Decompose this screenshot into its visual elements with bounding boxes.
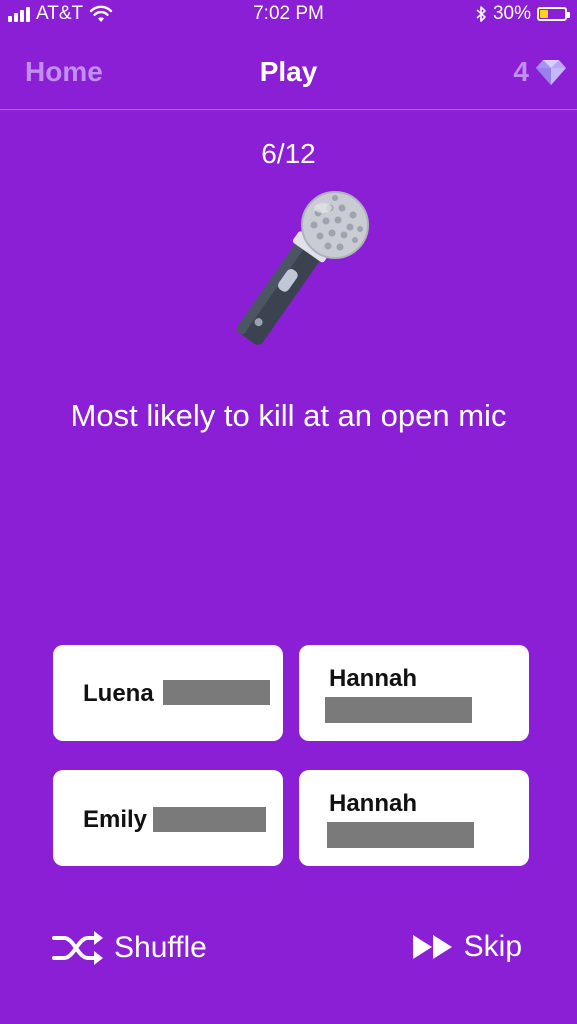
answer-card[interactable]: Hannah <box>299 645 529 741</box>
answer-card[interactable]: Emily <box>53 770 283 866</box>
gem-count: 4 <box>513 56 529 87</box>
status-bar: AT&T 7:02 PM 30% <box>0 0 577 30</box>
answer-name: Luena <box>83 680 154 707</box>
redacted-text <box>325 697 472 723</box>
redacted-text <box>163 680 270 705</box>
answer-card[interactable]: Hannah <box>299 770 529 866</box>
diamond-icon <box>536 60 566 85</box>
shuffle-icon <box>52 931 103 965</box>
answer-card[interactable]: Luena <box>53 645 283 741</box>
shuffle-button[interactable]: Shuffle <box>52 930 207 966</box>
navigation-bar: Home Play 4 <box>0 40 577 110</box>
page-title: Play <box>259 56 318 87</box>
battery-percent: 30% <box>492 3 531 24</box>
question-prompt: Most likely to kill at an open mic <box>70 398 507 433</box>
shuffle-label: Shuffle <box>114 931 207 964</box>
redacted-text <box>327 822 474 848</box>
bluetooth-icon <box>476 6 486 22</box>
answer-name: Hannah <box>329 790 418 817</box>
redacted-text <box>153 807 266 832</box>
status-right: 30% <box>475 3 570 25</box>
fast-forward-icon <box>412 935 452 959</box>
battery-icon <box>537 7 570 21</box>
skip-button[interactable]: Skip <box>412 930 522 964</box>
answer-name: Emily <box>83 806 148 833</box>
skip-label: Skip <box>463 930 522 963</box>
battery-level-fill <box>540 10 548 18</box>
answer-name: Hannah <box>329 665 418 692</box>
question-progress: 6/12 <box>261 138 316 169</box>
gem-counter[interactable]: 4 <box>513 56 567 88</box>
microphone-icon <box>236 191 369 345</box>
